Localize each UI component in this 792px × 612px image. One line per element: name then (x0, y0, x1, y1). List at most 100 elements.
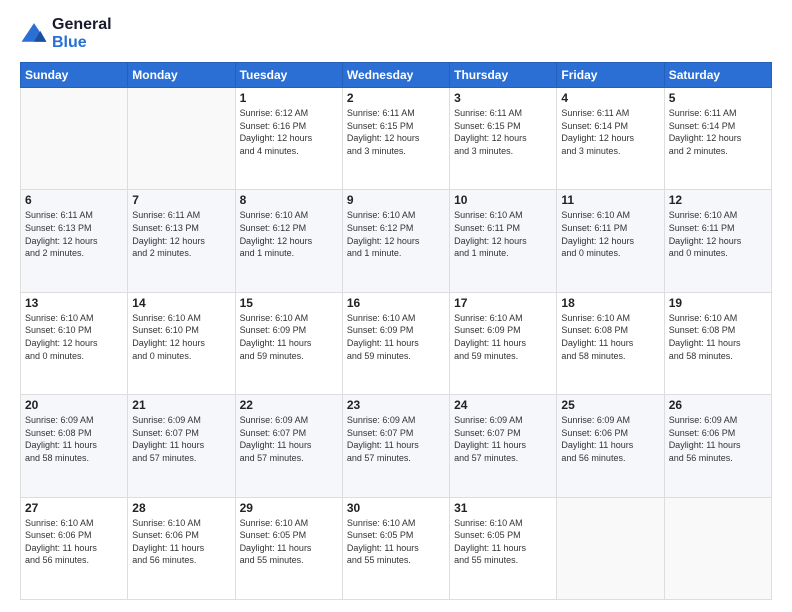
day-number: 30 (347, 501, 445, 515)
day-info: Sunrise: 6:11 AM Sunset: 6:14 PM Dayligh… (561, 107, 659, 157)
calendar-cell: 15 Sunrise: 6:10 AM Sunset: 6:09 PM Dayli… (235, 292, 342, 394)
day-number: 11 (561, 193, 659, 207)
calendar-cell: 13 Sunrise: 6:10 AM Sunset: 6:10 PM Dayli… (21, 292, 128, 394)
header: General Blue (20, 16, 772, 52)
day-number: 10 (454, 193, 552, 207)
calendar-cell: 16 Sunrise: 6:10 AM Sunset: 6:09 PM Dayli… (342, 292, 449, 394)
day-info: Sunrise: 6:10 AM Sunset: 6:12 PM Dayligh… (347, 209, 445, 259)
day-info: Sunrise: 6:10 AM Sunset: 6:08 PM Dayligh… (561, 312, 659, 362)
day-info: Sunrise: 6:09 AM Sunset: 6:07 PM Dayligh… (454, 414, 552, 464)
day-info: Sunrise: 6:09 AM Sunset: 6:06 PM Dayligh… (669, 414, 767, 464)
logo-icon (20, 20, 48, 48)
day-number: 25 (561, 398, 659, 412)
day-info: Sunrise: 6:10 AM Sunset: 6:11 PM Dayligh… (454, 209, 552, 259)
week-row-4: 20 Sunrise: 6:09 AM Sunset: 6:08 PM Dayli… (21, 395, 772, 497)
calendar-cell: 18 Sunrise: 6:10 AM Sunset: 6:08 PM Dayli… (557, 292, 664, 394)
day-number: 27 (25, 501, 123, 515)
calendar-cell: 27 Sunrise: 6:10 AM Sunset: 6:06 PM Dayli… (21, 497, 128, 599)
calendar-cell: 24 Sunrise: 6:09 AM Sunset: 6:07 PM Dayli… (450, 395, 557, 497)
day-info: Sunrise: 6:09 AM Sunset: 6:07 PM Dayligh… (132, 414, 230, 464)
calendar-cell (128, 88, 235, 190)
day-number: 31 (454, 501, 552, 515)
calendar-cell (664, 497, 771, 599)
day-number: 16 (347, 296, 445, 310)
day-number: 17 (454, 296, 552, 310)
day-info: Sunrise: 6:12 AM Sunset: 6:16 PM Dayligh… (240, 107, 338, 157)
day-info: Sunrise: 6:10 AM Sunset: 6:12 PM Dayligh… (240, 209, 338, 259)
day-info: Sunrise: 6:10 AM Sunset: 6:09 PM Dayligh… (347, 312, 445, 362)
day-number: 13 (25, 296, 123, 310)
day-number: 29 (240, 501, 338, 515)
calendar-table: SundayMondayTuesdayWednesdayThursdayFrid… (20, 62, 772, 600)
day-info: Sunrise: 6:09 AM Sunset: 6:08 PM Dayligh… (25, 414, 123, 464)
day-info: Sunrise: 6:10 AM Sunset: 6:10 PM Dayligh… (25, 312, 123, 362)
day-info: Sunrise: 6:10 AM Sunset: 6:05 PM Dayligh… (240, 517, 338, 567)
calendar-cell: 14Sunrise: 6:10 AM Sunset: 6:10 PM Dayli… (128, 292, 235, 394)
weekday-header-friday: Friday (557, 63, 664, 88)
calendar-cell: 20 Sunrise: 6:09 AM Sunset: 6:08 PM Dayli… (21, 395, 128, 497)
calendar-cell: 8 Sunrise: 6:10 AM Sunset: 6:12 PM Daylig… (235, 190, 342, 292)
day-info: Sunrise: 6:10 AM Sunset: 6:09 PM Dayligh… (240, 312, 338, 362)
calendar-cell: 4 Sunrise: 6:11 AM Sunset: 6:14 PM Daylig… (557, 88, 664, 190)
calendar-cell: 2 Sunrise: 6:11 AM Sunset: 6:15 PM Daylig… (342, 88, 449, 190)
day-info: Sunrise: 6:10 AM Sunset: 6:08 PM Dayligh… (669, 312, 767, 362)
day-info: Sunrise: 6:10 AM Sunset: 6:11 PM Dayligh… (561, 209, 659, 259)
day-number: 3 (454, 91, 552, 105)
day-info: Sunrise: 6:10 AM Sunset: 6:11 PM Dayligh… (669, 209, 767, 259)
weekday-header-thursday: Thursday (450, 63, 557, 88)
calendar-cell: 3 Sunrise: 6:11 AM Sunset: 6:15 PM Daylig… (450, 88, 557, 190)
day-info: Sunrise: 6:10 AM Sunset: 6:06 PM Dayligh… (25, 517, 123, 567)
calendar-cell: 21 Sunrise: 6:09 AM Sunset: 6:07 PM Dayli… (128, 395, 235, 497)
day-number: 24 (454, 398, 552, 412)
calendar-cell: 28 Sunrise: 6:10 AM Sunset: 6:06 PM Dayli… (128, 497, 235, 599)
week-row-1: 1Sunrise: 6:12 AM Sunset: 6:16 PM Daylig… (21, 88, 772, 190)
day-number: 7 (132, 193, 230, 207)
day-number: 4 (561, 91, 659, 105)
day-number: 15 (240, 296, 338, 310)
day-info: Sunrise: 6:11 AM Sunset: 6:13 PM Dayligh… (25, 209, 123, 259)
calendar-cell: 19 Sunrise: 6:10 AM Sunset: 6:08 PM Dayli… (664, 292, 771, 394)
calendar-cell: 10 Sunrise: 6:10 AM Sunset: 6:11 PM Dayli… (450, 190, 557, 292)
day-number: 8 (240, 193, 338, 207)
weekday-header-tuesday: Tuesday (235, 63, 342, 88)
logo-text: General Blue (52, 16, 112, 52)
calendar-cell: 31 Sunrise: 6:10 AM Sunset: 6:05 PM Dayli… (450, 497, 557, 599)
weekday-header-wednesday: Wednesday (342, 63, 449, 88)
calendar-cell: 12Sunrise: 6:10 AM Sunset: 6:11 PM Dayli… (664, 190, 771, 292)
weekday-header-sunday: Sunday (21, 63, 128, 88)
day-number: 18 (561, 296, 659, 310)
day-number: 21 (132, 398, 230, 412)
day-info: Sunrise: 6:10 AM Sunset: 6:05 PM Dayligh… (454, 517, 552, 567)
day-number: 6 (25, 193, 123, 207)
calendar-cell (21, 88, 128, 190)
day-info: Sunrise: 6:10 AM Sunset: 6:06 PM Dayligh… (132, 517, 230, 567)
day-info: Sunrise: 6:11 AM Sunset: 6:15 PM Dayligh… (347, 107, 445, 157)
day-info: Sunrise: 6:11 AM Sunset: 6:13 PM Dayligh… (132, 209, 230, 259)
day-info: Sunrise: 6:10 AM Sunset: 6:09 PM Dayligh… (454, 312, 552, 362)
day-number: 23 (347, 398, 445, 412)
calendar-cell: 25 Sunrise: 6:09 AM Sunset: 6:06 PM Dayli… (557, 395, 664, 497)
week-row-2: 6 Sunrise: 6:11 AM Sunset: 6:13 PM Daylig… (21, 190, 772, 292)
day-info: Sunrise: 6:11 AM Sunset: 6:15 PM Dayligh… (454, 107, 552, 157)
week-row-5: 27 Sunrise: 6:10 AM Sunset: 6:06 PM Dayli… (21, 497, 772, 599)
day-number: 2 (347, 91, 445, 105)
page: General Blue SundayMondayTuesdayWednesda… (0, 0, 792, 612)
day-info: Sunrise: 6:09 AM Sunset: 6:06 PM Dayligh… (561, 414, 659, 464)
day-number: 9 (347, 193, 445, 207)
week-row-3: 13 Sunrise: 6:10 AM Sunset: 6:10 PM Dayli… (21, 292, 772, 394)
calendar-cell: 1Sunrise: 6:12 AM Sunset: 6:16 PM Daylig… (235, 88, 342, 190)
calendar-cell: 7 Sunrise: 6:11 AM Sunset: 6:13 PM Daylig… (128, 190, 235, 292)
day-number: 28 (132, 501, 230, 515)
calendar-cell: 9 Sunrise: 6:10 AM Sunset: 6:12 PM Daylig… (342, 190, 449, 292)
day-number: 5 (669, 91, 767, 105)
calendar-cell (557, 497, 664, 599)
logo: General Blue (20, 16, 112, 52)
weekday-header-row: SundayMondayTuesdayWednesdayThursdayFrid… (21, 63, 772, 88)
day-number: 20 (25, 398, 123, 412)
day-info: Sunrise: 6:11 AM Sunset: 6:14 PM Dayligh… (669, 107, 767, 157)
day-number: 19 (669, 296, 767, 310)
calendar-cell: 17 Sunrise: 6:10 AM Sunset: 6:09 PM Dayli… (450, 292, 557, 394)
calendar-cell: 23Sunrise: 6:09 AM Sunset: 6:07 PM Dayli… (342, 395, 449, 497)
calendar-cell: 30Sunrise: 6:10 AM Sunset: 6:05 PM Dayli… (342, 497, 449, 599)
weekday-header-monday: Monday (128, 63, 235, 88)
